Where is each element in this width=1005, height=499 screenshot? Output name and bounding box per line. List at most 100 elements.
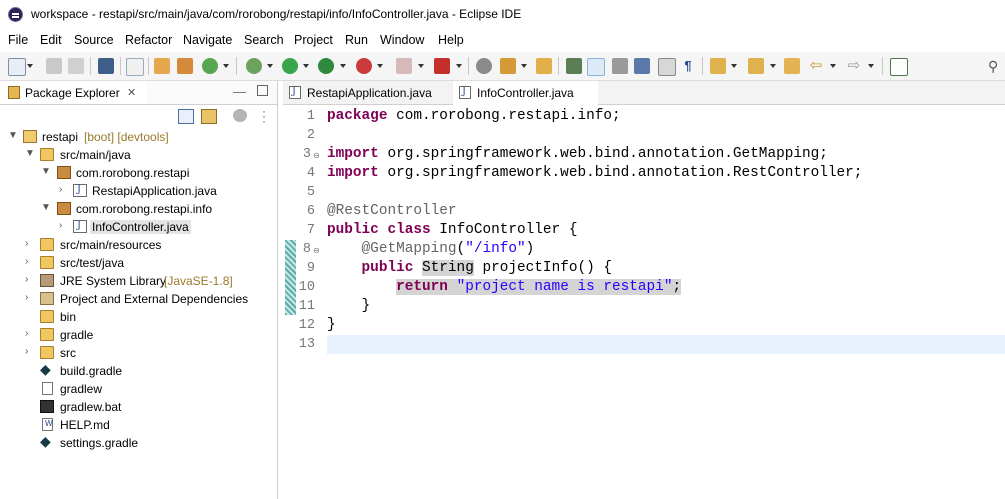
tab-restapiapplication[interactable]: RestapiApplication.java (283, 81, 446, 104)
chevron-down-icon[interactable]: ▼ (41, 202, 51, 213)
close-icon[interactable]: ✕ (127, 86, 136, 99)
task-dropdown-icon[interactable] (521, 64, 527, 68)
view-menu-icon[interactable]: · · · (262, 105, 266, 127)
coverage-icon[interactable] (318, 58, 334, 74)
code-line-8[interactable]: @GetMapping("/info") (327, 241, 535, 257)
menu-source[interactable]: Source (74, 33, 114, 47)
menu-run[interactable]: Run (345, 33, 368, 47)
tree-item-src-test-java[interactable]: › src/test/java (0, 254, 277, 272)
tree-item-package-restapi-info[interactable]: ▼ com.rorobong.restapi.info (0, 200, 277, 218)
tree-item-gradlew-bat[interactable]: gradlew.bat (0, 398, 277, 416)
prev-annotation-icon[interactable] (748, 58, 764, 74)
tree-item-bin[interactable]: bin (0, 308, 277, 326)
save-icon[interactable] (46, 58, 62, 74)
tab-package-explorer[interactable]: Package Explorer ✕ (0, 81, 147, 105)
maximize-icon[interactable] (257, 85, 268, 96)
code-line-10[interactable]: return "project name is restapi"; (327, 279, 682, 295)
new-icon[interactable] (8, 58, 26, 76)
save-all-icon[interactable] (68, 58, 84, 74)
run-icon[interactable] (282, 58, 298, 74)
terminal-icon[interactable] (98, 58, 114, 74)
menu-help[interactable]: Help (438, 33, 464, 47)
tree-item-gradle[interactable]: › gradle (0, 326, 277, 344)
tree-item-package-restapi[interactable]: ▼ com.rorobong.restapi (0, 164, 277, 182)
tree-item-help-md[interactable]: HELP.md (0, 416, 277, 434)
boot-dashboard-icon[interactable] (177, 58, 193, 74)
minimize-icon[interactable]: — (233, 84, 246, 99)
code-line-9[interactable]: public String projectInfo() { (327, 260, 612, 276)
chevron-down-icon[interactable]: ▼ (25, 148, 35, 159)
menu-refactor[interactable]: Refactor (125, 33, 172, 47)
word-wrap-icon[interactable] (658, 58, 676, 76)
menu-window[interactable]: Window (380, 33, 424, 47)
tree-item-restapi[interactable]: ▼ restapi [boot] [devtools] (0, 128, 277, 146)
chevron-right-icon[interactable]: › (25, 238, 28, 249)
tree-item-gradlew[interactable]: gradlew (0, 380, 277, 398)
next-annotation-dropdown-icon[interactable] (731, 64, 737, 68)
run-dropdown-icon[interactable] (303, 64, 309, 68)
last-edit-icon[interactable] (784, 58, 800, 74)
menu-edit[interactable]: Edit (40, 33, 62, 47)
coverage-dropdown-icon[interactable] (340, 64, 346, 68)
code-line-1[interactable]: package com.rorobong.restapi.info; (327, 108, 621, 124)
external-tools-dropdown-icon[interactable] (456, 64, 462, 68)
chevron-down-icon[interactable]: ▼ (41, 166, 51, 177)
code-line-3[interactable]: import org.springframework.web.bind.anno… (327, 146, 828, 162)
open-type-icon[interactable] (476, 58, 492, 74)
pilcrow-icon[interactable]: ¶ (680, 58, 696, 74)
toggle-mark-icon[interactable] (566, 58, 582, 74)
tree-item-infocontroller[interactable]: › InfoController.java (0, 218, 277, 236)
external-tools-icon[interactable] (434, 58, 450, 74)
search-icon[interactable]: ⚲ (988, 58, 1004, 74)
debug-icon[interactable] (246, 58, 262, 74)
toggle-highlight-icon[interactable] (587, 58, 605, 76)
open-task-icon[interactable] (500, 58, 516, 74)
forward-icon[interactable]: ⇨ (846, 58, 862, 74)
stop-dropdown-icon[interactable] (377, 64, 383, 68)
spring-icon[interactable] (154, 58, 170, 74)
spring-starters-icon[interactable] (202, 58, 218, 74)
tree-item-restapiapplication[interactable]: › RestapiApplication.java (0, 182, 277, 200)
new-dropdown-icon[interactable] (27, 64, 33, 68)
fold-toggle-icon[interactable]: ⊖ (313, 246, 320, 255)
pin-editor-icon[interactable] (890, 58, 908, 76)
back-dropdown-icon[interactable] (830, 64, 836, 68)
back-icon[interactable]: ⇦ (808, 58, 824, 74)
chevron-right-icon[interactable]: › (59, 184, 62, 195)
show-whitespace-icon[interactable] (634, 58, 650, 74)
filters-icon[interactable] (233, 109, 247, 122)
next-annotation-icon[interactable] (710, 58, 726, 74)
chevron-down-icon[interactable]: ▼ (8, 130, 18, 141)
tab-infocontroller[interactable]: InfoController.java (453, 81, 598, 106)
menu-file[interactable]: File (8, 33, 28, 47)
tree-item-jre-library[interactable]: › JRE System Library [JavaSE-1.8] (0, 272, 277, 290)
tree-item-build-gradle[interactable]: build.gradle (0, 361, 277, 380)
code-line-11[interactable]: } (327, 298, 371, 314)
toggle-block-icon[interactable] (612, 58, 628, 74)
menu-project[interactable]: Project (294, 33, 333, 47)
stop2-dropdown-icon[interactable] (418, 64, 424, 68)
code-line-6[interactable]: @RestController (327, 203, 457, 219)
link-with-editor-icon[interactable] (201, 109, 217, 124)
code-line-12[interactable]: } (327, 317, 336, 333)
open-folder-icon[interactable] (536, 58, 552, 74)
spring-dropdown-icon[interactable] (223, 64, 229, 68)
debug-dropdown-icon[interactable] (267, 64, 273, 68)
chevron-right-icon[interactable]: › (59, 220, 62, 231)
menu-search[interactable]: Search (244, 33, 284, 47)
menu-navigate[interactable]: Navigate (183, 33, 232, 47)
chevron-right-icon[interactable]: › (25, 292, 28, 303)
chevron-right-icon[interactable]: › (25, 328, 28, 339)
forward-dropdown-icon[interactable] (868, 64, 874, 68)
chevron-right-icon[interactable]: › (25, 274, 28, 285)
collapse-all-icon[interactable] (178, 109, 194, 124)
fold-toggle-icon[interactable]: ⊖ (313, 151, 320, 160)
chevron-right-icon[interactable]: › (25, 346, 28, 357)
code-line-4[interactable]: import org.springframework.web.bind.anno… (327, 165, 862, 181)
tree-item-src-main-resources[interactable]: › src/main/resources (0, 236, 277, 254)
prev-annotation-dropdown-icon[interactable] (770, 64, 776, 68)
chevron-right-icon[interactable]: › (25, 256, 28, 267)
tree-item-src[interactable]: › src (0, 344, 277, 362)
tree-item-src-main-java[interactable]: ▼ src/main/java (0, 146, 277, 164)
stop-run-icon[interactable] (356, 58, 372, 74)
